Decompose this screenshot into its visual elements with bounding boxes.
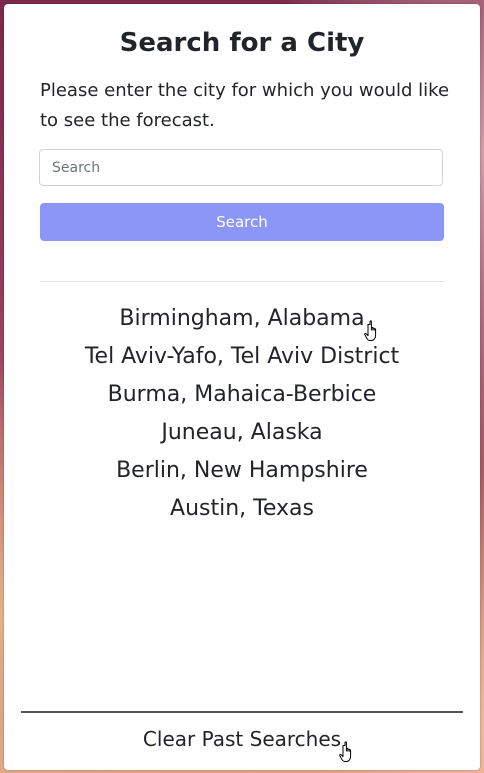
- divider: [40, 281, 444, 282]
- history-item[interactable]: Burma, Mahaica-Berbice: [4, 376, 480, 414]
- history-item[interactable]: Birmingham, Alabama: [4, 300, 480, 338]
- page-description: Please enter the city for which you woul…: [40, 80, 450, 131]
- history-item[interactable]: Berlin, New Hampshire: [4, 452, 480, 490]
- search-history-list: Birmingham, Alabama Tel Aviv-Yafo, Tel A…: [4, 300, 480, 528]
- search-input[interactable]: [39, 149, 443, 186]
- search-card: Search for a City Please enter the city …: [4, 4, 480, 770]
- footer-divider: [21, 711, 463, 713]
- history-item[interactable]: Juneau, Alaska: [4, 414, 480, 452]
- history-item[interactable]: Tel Aviv-Yafo, Tel Aviv District: [4, 338, 480, 376]
- history-item[interactable]: Austin, Texas: [4, 490, 480, 528]
- page-title: Search for a City: [119, 28, 365, 58]
- search-button[interactable]: Search: [40, 203, 444, 241]
- clear-searches-button[interactable]: Clear Past Searches: [4, 720, 480, 758]
